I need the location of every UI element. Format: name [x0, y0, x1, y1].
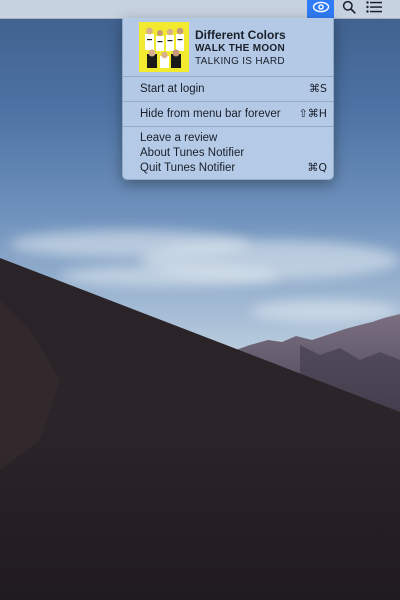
menu-separator — [123, 126, 335, 127]
sand-dune — [0, 258, 400, 600]
album-art — [139, 22, 189, 72]
tunes-notifier-menu: Different Colors WALK THE MOON TALKING I… — [122, 18, 335, 180]
now-playing[interactable]: Different Colors WALK THE MOON TALKING I… — [139, 22, 329, 72]
menu-item-hide-from-menu-bar[interactable]: Hide from menu bar forever ⇧⌘H — [123, 106, 335, 121]
search-icon — [342, 0, 356, 19]
menu-item-shortcut: ⌘Q — [307, 161, 327, 174]
menu-item-label: About Tunes Notifier — [140, 146, 245, 159]
menu-item-shortcut: ⌘S — [309, 82, 327, 95]
menu-item-label: Start at login — [140, 82, 205, 95]
menu-item-label: Quit Tunes Notifier — [140, 161, 236, 174]
menu-bar — [0, 0, 400, 19]
track-album: TALKING IS HARD — [195, 56, 285, 67]
notification-center-button[interactable] — [362, 0, 386, 18]
eye-icon — [312, 0, 330, 18]
menu-item-label: Hide from menu bar forever — [140, 107, 281, 120]
menu-item-start-at-login[interactable]: Start at login ⌘S — [123, 81, 335, 96]
menu-item-label: Leave a review — [140, 131, 218, 144]
desktop: Different Colors WALK THE MOON TALKING I… — [0, 0, 400, 600]
menu-item-about[interactable]: About Tunes Notifier — [123, 145, 335, 160]
menu-separator — [123, 76, 335, 77]
menu-item-leave-review[interactable]: Leave a review — [123, 130, 335, 145]
spotlight-button[interactable] — [338, 0, 360, 18]
menu-separator — [123, 101, 335, 102]
list-icon — [366, 0, 382, 18]
menu-item-shortcut: ⇧⌘H — [298, 107, 328, 120]
menu-item-quit[interactable]: Quit Tunes Notifier ⌘Q — [123, 160, 335, 175]
track-artist: WALK THE MOON — [195, 43, 286, 54]
track-title: Different Colors — [195, 28, 286, 42]
tunes-notifier-tray-button[interactable] — [307, 0, 334, 18]
